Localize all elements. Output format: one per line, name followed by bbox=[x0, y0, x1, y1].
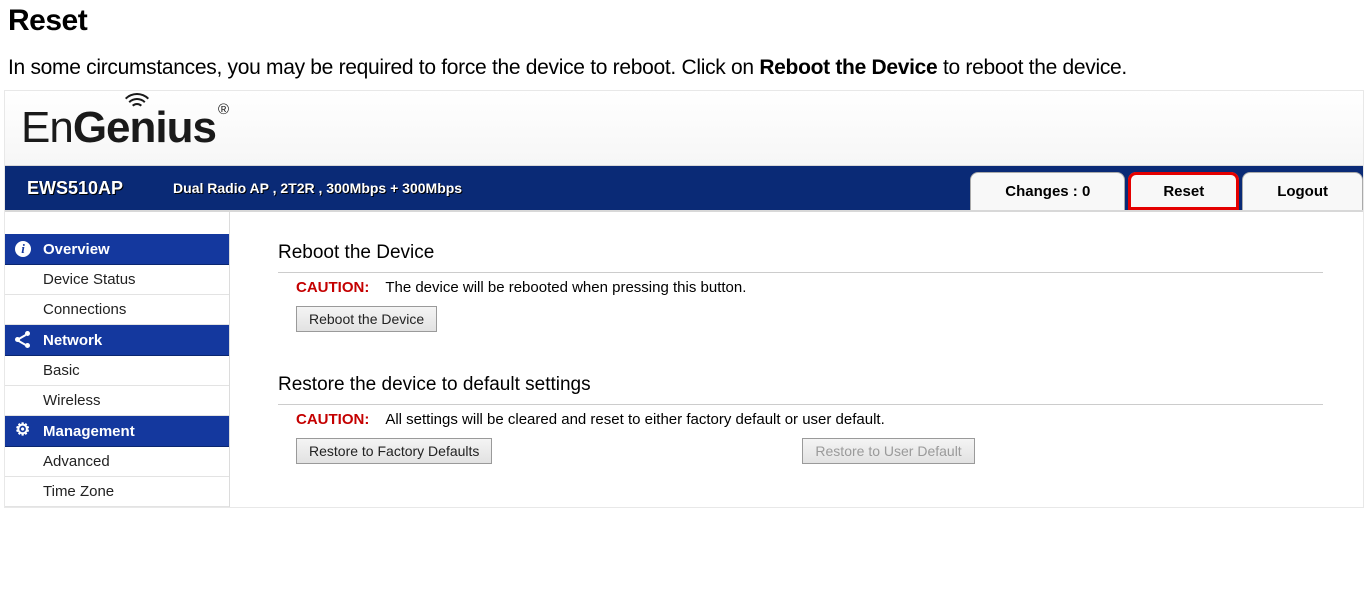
restore-user-default-button[interactable]: Restore to User Default bbox=[802, 438, 974, 464]
section-divider-2 bbox=[278, 404, 1323, 405]
restore-section-title: Restore the device to default settings bbox=[278, 374, 1323, 396]
doc-para-bold: Reboot the Device bbox=[759, 56, 937, 79]
top-bar-tabs: Changes : 0 Reset Logout bbox=[967, 172, 1363, 210]
brand-logo: EnGenius® bbox=[21, 103, 228, 153]
changes-tab-label: Changes : 0 bbox=[1005, 183, 1090, 200]
restore-factory-defaults-button[interactable]: Restore to Factory Defaults bbox=[296, 438, 492, 464]
device-model: EWS510AP bbox=[27, 178, 123, 199]
restore-caution-text: All settings will be cleared and reset t… bbox=[385, 411, 884, 428]
wifi-arcs-icon bbox=[118, 93, 156, 117]
sidebar-header-network-label: Network bbox=[43, 332, 102, 349]
top-bar: EWS510AP Dual Radio AP , 2T2R , 300Mbps … bbox=[5, 166, 1363, 210]
logo-row: EnGenius® bbox=[5, 91, 1363, 166]
restore-caution-label: CAUTION: bbox=[296, 411, 369, 428]
logo-prefix: En bbox=[21, 103, 73, 153]
registered-mark: ® bbox=[218, 101, 228, 118]
logout-tab-label: Logout bbox=[1277, 183, 1328, 200]
ui-body: Overview Device Status Connections Netwo… bbox=[5, 210, 1363, 507]
sidebar-item-advanced[interactable]: Advanced bbox=[5, 447, 229, 477]
main-panel: Reboot the Device CAUTION: The device wi… bbox=[230, 212, 1363, 507]
sidebar-header-network[interactable]: Network bbox=[5, 325, 229, 356]
info-icon bbox=[15, 240, 33, 258]
doc-paragraph: In some circumstances, you may be requir… bbox=[8, 56, 1360, 80]
sidebar-item-time-zone[interactable]: Time Zone bbox=[5, 477, 229, 507]
restore-caution-row: CAUTION: All settings will be cleared an… bbox=[296, 411, 1323, 428]
gear-icon bbox=[15, 422, 33, 440]
reboot-caution-text: The device will be rebooted when pressin… bbox=[385, 279, 746, 296]
sidebar-item-wireless[interactable]: Wireless bbox=[5, 386, 229, 416]
sidebar-header-overview[interactable]: Overview bbox=[5, 234, 229, 265]
sidebar: Overview Device Status Connections Netwo… bbox=[5, 212, 230, 507]
reboot-caution-label: CAUTION: bbox=[296, 279, 369, 296]
doc-para-suffix: to reboot the device. bbox=[937, 56, 1127, 79]
section-divider bbox=[278, 272, 1323, 273]
reset-tab[interactable]: Reset bbox=[1128, 172, 1239, 210]
sidebar-header-management[interactable]: Management bbox=[5, 416, 229, 447]
changes-tab[interactable]: Changes : 0 bbox=[970, 172, 1125, 210]
reboot-caution-row: CAUTION: The device will be rebooted whe… bbox=[296, 279, 1323, 296]
doc-para-prefix: In some circumstances, you may be requir… bbox=[8, 56, 759, 79]
sidebar-header-management-label: Management bbox=[43, 423, 135, 440]
sidebar-item-connections[interactable]: Connections bbox=[5, 295, 229, 325]
doc-heading: Reset bbox=[8, 4, 1360, 38]
share-icon bbox=[15, 331, 33, 349]
reboot-section-title: Reboot the Device bbox=[278, 242, 1323, 264]
sidebar-item-device-status[interactable]: Device Status bbox=[5, 265, 229, 295]
reboot-device-button[interactable]: Reboot the Device bbox=[296, 306, 437, 332]
sidebar-header-overview-label: Overview bbox=[43, 241, 110, 258]
device-ui-screenshot: EnGenius® EWS510AP Dual Radio AP , 2T2R … bbox=[4, 90, 1364, 508]
reset-tab-label: Reset bbox=[1163, 183, 1204, 200]
logout-tab[interactable]: Logout bbox=[1242, 172, 1363, 210]
device-description: Dual Radio AP , 2T2R , 300Mbps + 300Mbps bbox=[173, 180, 462, 196]
sidebar-item-basic[interactable]: Basic bbox=[5, 356, 229, 386]
